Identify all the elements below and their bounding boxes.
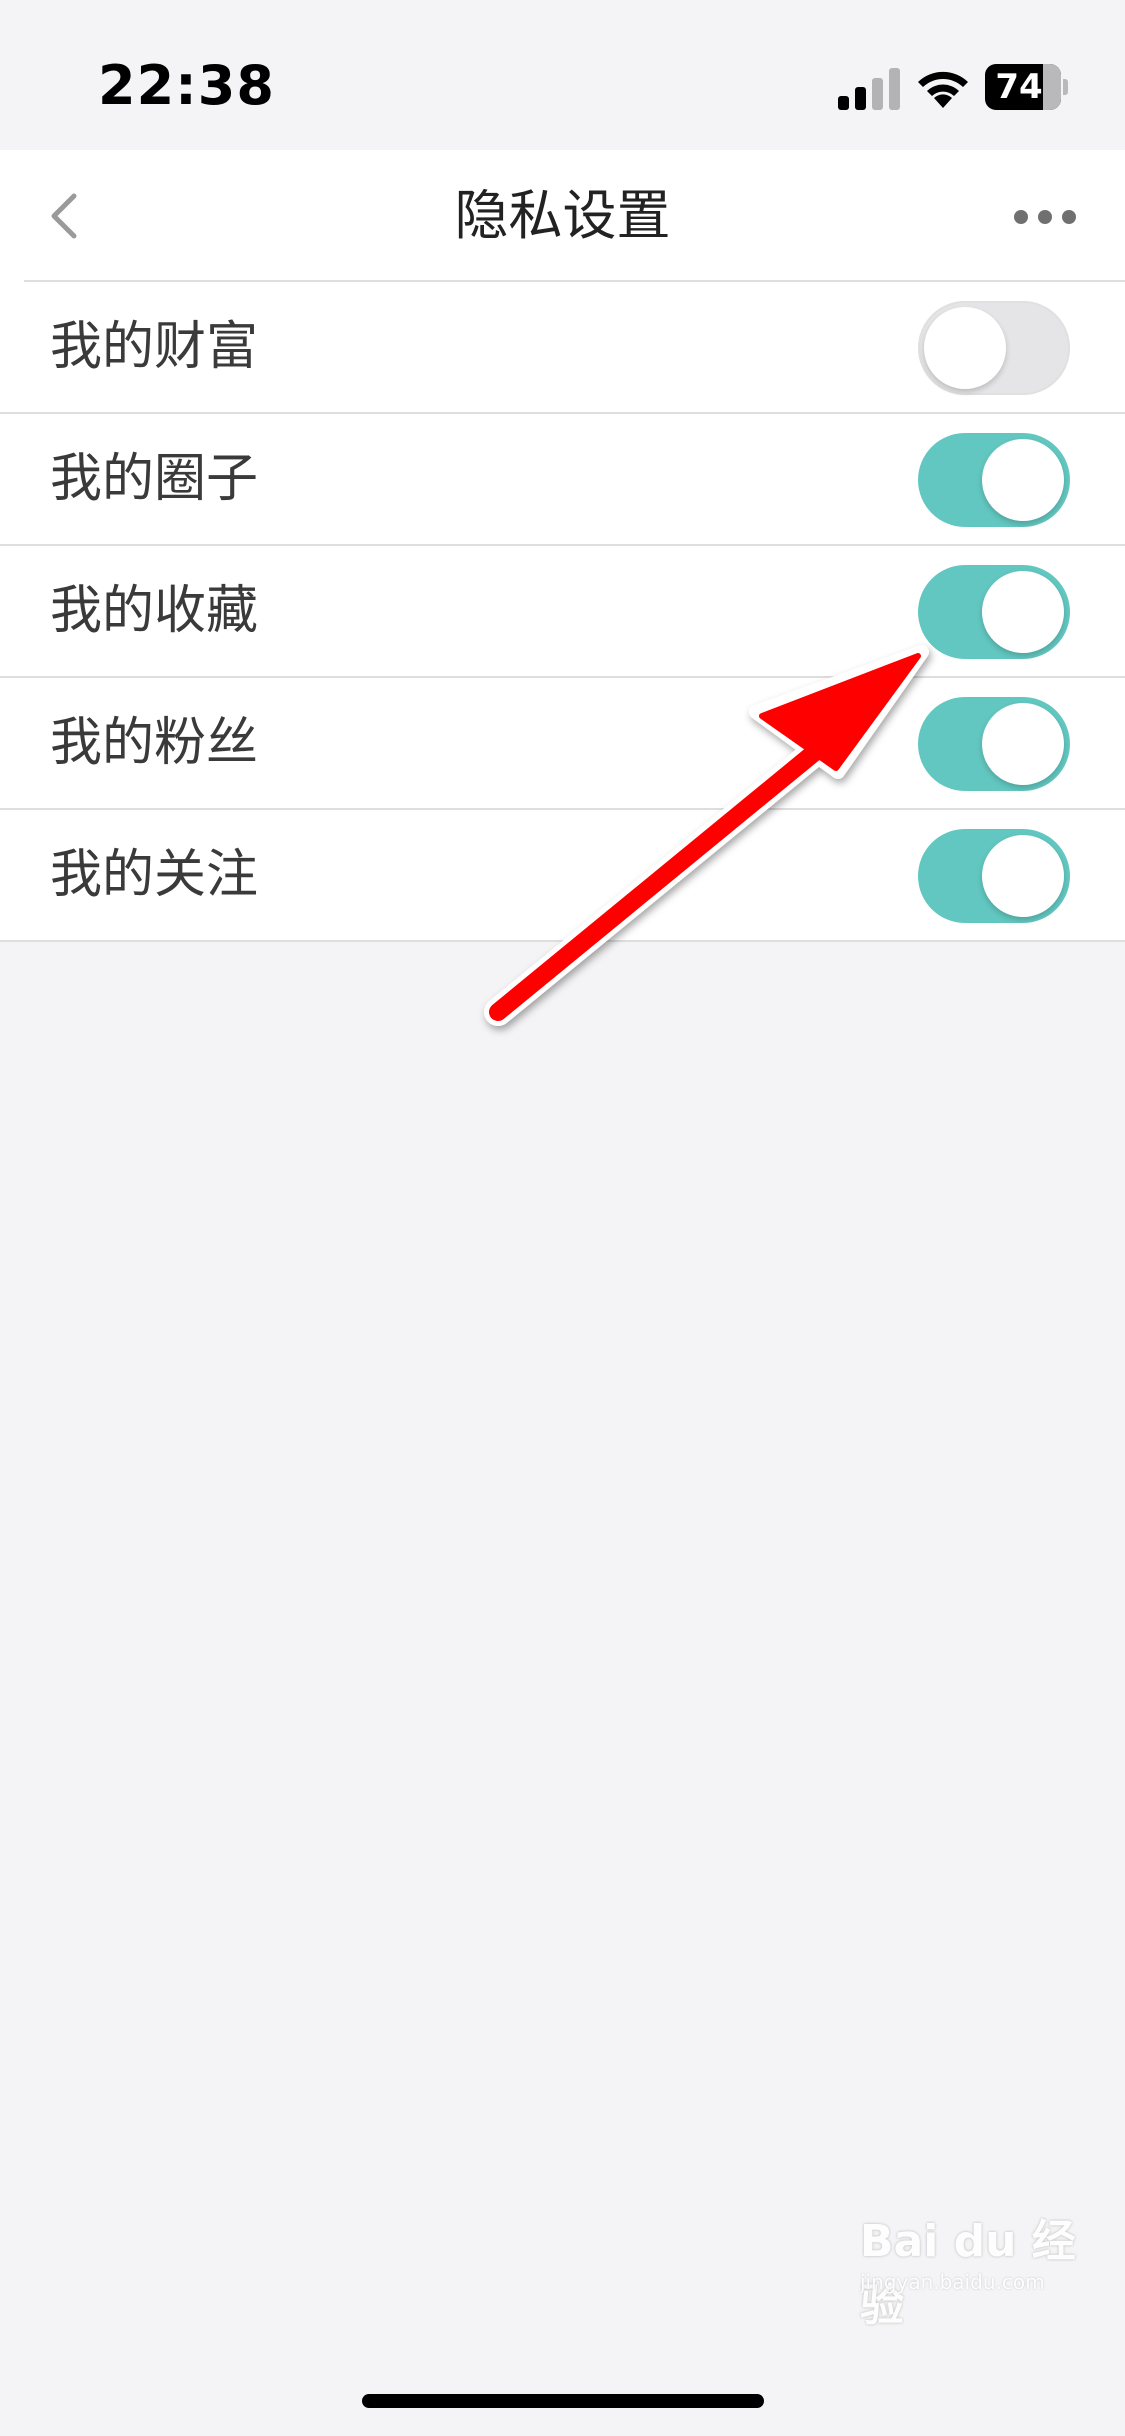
status-time: 22:38: [98, 54, 275, 117]
battery-icon: 74: [985, 64, 1068, 110]
screen: 22:38 74 隐私设置 我的财富 我的圈子 我的收藏 我的粉丝 我的关注 B…: [0, 0, 1125, 2436]
toggle-knob: [924, 307, 1006, 389]
toggle-knob: [982, 835, 1064, 917]
setting-row-circle: 我的圈子: [0, 414, 1125, 546]
battery-cap: [1063, 79, 1068, 95]
setting-row-wealth: 我的财富: [0, 282, 1125, 414]
signal-icon: [838, 68, 900, 110]
toggle-switch[interactable]: [918, 829, 1070, 923]
baidu-watermark: Bai du 经验 jingyan.baidu.com: [860, 2195, 1080, 2331]
page-title: 隐私设置: [454, 184, 671, 247]
setting-label: 我的财富: [50, 317, 259, 377]
more-dot: [1014, 210, 1028, 224]
nav-bar: 隐私设置: [0, 150, 1125, 282]
setting-row-following: 我的关注: [0, 810, 1125, 942]
watermark-url: jingyan.baidu.com: [860, 2270, 1045, 2294]
more-dots-icon[interactable]: [1010, 198, 1080, 234]
setting-row-fans: 我的粉丝: [0, 678, 1125, 810]
wifi-icon: [918, 71, 968, 108]
more-dot: [1062, 210, 1076, 224]
toggle-switch[interactable]: [918, 433, 1070, 527]
settings-list: 我的财富 我的圈子 我的收藏 我的粉丝 我的关注: [0, 282, 1125, 942]
toggle-knob: [982, 571, 1064, 653]
toggle-knob: [982, 439, 1064, 521]
setting-row-favorites: 我的收藏: [0, 546, 1125, 678]
toggle-switch[interactable]: [918, 301, 1070, 395]
battery-body: 74: [985, 64, 1061, 110]
more-dot: [1038, 210, 1052, 224]
toggle-switch[interactable]: [918, 697, 1070, 791]
setting-label: 我的关注: [50, 845, 259, 905]
home-indicator[interactable]: [362, 2394, 764, 2408]
toggle-knob: [982, 703, 1064, 785]
setting-label: 我的圈子: [50, 449, 259, 509]
setting-label: 我的收藏: [50, 581, 259, 641]
battery-level: 74: [995, 67, 1043, 107]
setting-label: 我的粉丝: [50, 713, 259, 773]
watermark-brand: Bai du 经验: [860, 2216, 1076, 2331]
toggle-switch[interactable]: [918, 565, 1070, 659]
status-bar: 22:38 74: [0, 0, 1125, 150]
